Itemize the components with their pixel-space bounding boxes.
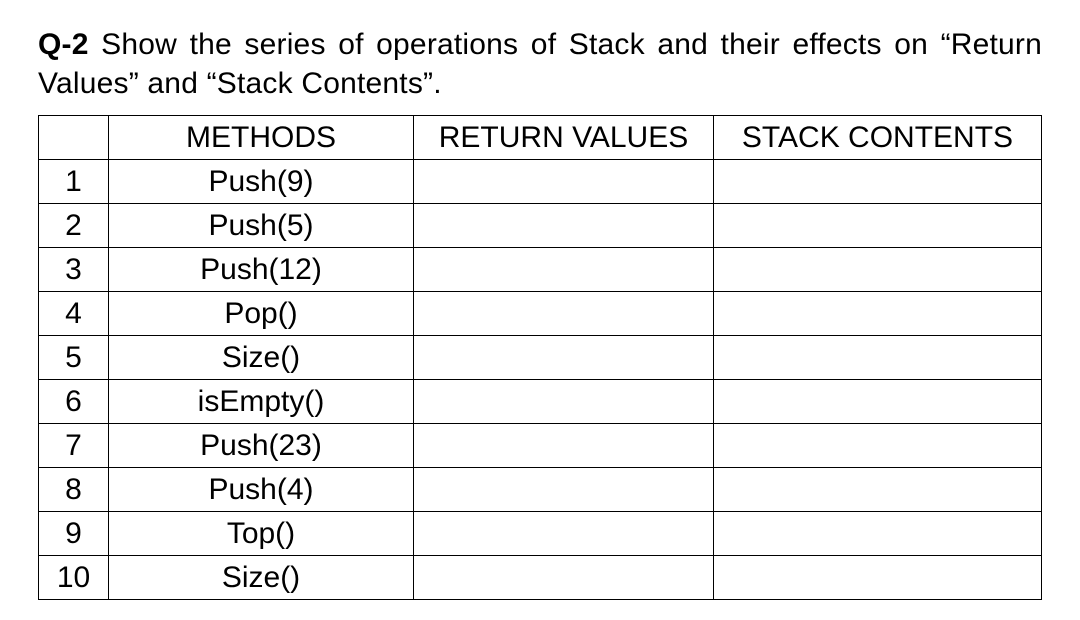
cell-return-value (414, 248, 714, 292)
cell-return-value (414, 336, 714, 380)
page: Q-2 Show the series of operations of Sta… (0, 0, 1080, 620)
cell-method: Size() (109, 336, 414, 380)
header-methods: METHODS (109, 116, 414, 160)
header-index (39, 116, 109, 160)
cell-method: Pop() (109, 292, 414, 336)
question-prefix: Q-2 (38, 28, 101, 61)
cell-index: 10 (39, 556, 109, 600)
table-row: 2Push(5) (39, 204, 1042, 248)
cell-index: 4 (39, 292, 109, 336)
question-body: Show the series of operations of Stack a… (38, 28, 1042, 100)
table-row: 6isEmpty() (39, 380, 1042, 424)
table-row: 4Pop() (39, 292, 1042, 336)
cell-stack-contents (714, 556, 1042, 600)
cell-method: Push(4) (109, 468, 414, 512)
cell-stack-contents (714, 160, 1042, 204)
cell-stack-contents (714, 380, 1042, 424)
cell-method: isEmpty() (109, 380, 414, 424)
table-row: 10Size() (39, 556, 1042, 600)
header-return-values: RETURN VALUES (414, 116, 714, 160)
cell-index: 2 (39, 204, 109, 248)
cell-return-value (414, 556, 714, 600)
question-text: Q-2 Show the series of operations of Sta… (38, 25, 1042, 103)
cell-index: 5 (39, 336, 109, 380)
cell-index: 6 (39, 380, 109, 424)
cell-return-value (414, 468, 714, 512)
cell-stack-contents (714, 468, 1042, 512)
cell-index: 9 (39, 512, 109, 556)
cell-return-value (414, 204, 714, 248)
cell-return-value (414, 424, 714, 468)
table-row: 9Top() (39, 512, 1042, 556)
cell-stack-contents (714, 336, 1042, 380)
table-header-row: METHODS RETURN VALUES STACK CONTENTS (39, 116, 1042, 160)
cell-stack-contents (714, 424, 1042, 468)
cell-return-value (414, 160, 714, 204)
cell-method: Push(9) (109, 160, 414, 204)
cell-method: Push(5) (109, 204, 414, 248)
cell-return-value (414, 512, 714, 556)
cell-method: Push(23) (109, 424, 414, 468)
table-body: 1Push(9)2Push(5)3Push(12)4Pop()5Size()6i… (39, 160, 1042, 600)
cell-index: 8 (39, 468, 109, 512)
cell-method: Top() (109, 512, 414, 556)
table-row: 3Push(12) (39, 248, 1042, 292)
header-stack-contents: STACK CONTENTS (714, 116, 1042, 160)
cell-index: 7 (39, 424, 109, 468)
cell-return-value (414, 380, 714, 424)
cell-stack-contents (714, 248, 1042, 292)
cell-stack-contents (714, 204, 1042, 248)
cell-method: Push(12) (109, 248, 414, 292)
operations-table: METHODS RETURN VALUES STACK CONTENTS 1Pu… (38, 115, 1042, 600)
cell-index: 3 (39, 248, 109, 292)
cell-method: Size() (109, 556, 414, 600)
table-row: 5Size() (39, 336, 1042, 380)
cell-index: 1 (39, 160, 109, 204)
cell-stack-contents (714, 512, 1042, 556)
table-row: 7Push(23) (39, 424, 1042, 468)
cell-stack-contents (714, 292, 1042, 336)
cell-return-value (414, 292, 714, 336)
table-row: 1Push(9) (39, 160, 1042, 204)
table-row: 8Push(4) (39, 468, 1042, 512)
